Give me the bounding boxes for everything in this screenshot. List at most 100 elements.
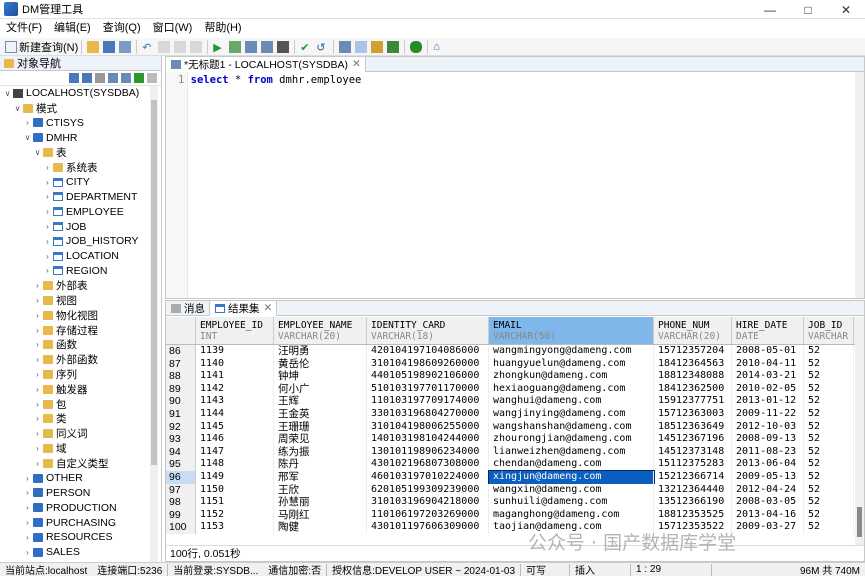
find-icon[interactable] — [355, 40, 368, 53]
expanded-chevron-icon[interactable]: ∨ — [23, 133, 32, 142]
collapsed-chevron-icon[interactable]: › — [23, 474, 32, 483]
table-cell[interactable]: 13512366190 — [654, 496, 732, 509]
collapsed-chevron-icon[interactable]: › — [33, 385, 42, 394]
row-number[interactable]: 89 — [166, 382, 196, 396]
collapsed-chevron-icon[interactable]: › — [33, 340, 42, 349]
table-cell[interactable]: 1151 — [196, 496, 274, 509]
tab-result-set[interactable]: 结果集 ✕ — [210, 300, 278, 316]
table-cell[interactable]: wangjinying@dameng.com — [489, 407, 654, 421]
table-cell[interactable]: 2008-09-13 — [732, 433, 804, 446]
commit-icon[interactable]: ✔ — [300, 41, 312, 54]
tree-node[interactable]: › 类 — [0, 412, 150, 427]
collapsed-chevron-icon[interactable]: › — [33, 414, 42, 423]
table-cell[interactable]: 140103198104244000 — [367, 433, 489, 446]
table-cell[interactable]: 孙慧丽 — [274, 496, 367, 509]
collapsed-chevron-icon[interactable]: › — [23, 488, 32, 497]
table-cell[interactable]: wanghui@dameng.com — [489, 395, 654, 408]
collapsed-chevron-icon[interactable]: › — [23, 503, 32, 512]
table-row[interactable]: 95 1148 陈丹 430102196807308000 chendan@dameng… — [166, 458, 856, 471]
debug-icon[interactable] — [261, 40, 274, 53]
row-number[interactable]: 87 — [166, 357, 196, 371]
menu-edit[interactable]: 编辑(E) — [48, 19, 97, 38]
table-cell[interactable]: 52 — [804, 420, 854, 434]
table-cell[interactable]: 52 — [804, 382, 854, 396]
close-tab-icon[interactable]: ✕ — [352, 58, 361, 70]
tree-node[interactable]: › CTISYS — [0, 116, 150, 131]
explain-icon[interactable] — [245, 40, 258, 53]
table-row[interactable]: 94 1147 练为振 130101198906234000 lianweizhen@d… — [166, 445, 856, 459]
table-cell[interactable]: 310104198006255000 — [367, 420, 489, 434]
row-number[interactable]: 98 — [166, 496, 196, 509]
table-cell[interactable]: 110103197709174000 — [367, 395, 489, 408]
tree-node[interactable]: › 物化视图 — [0, 308, 150, 323]
editor-scrollbar[interactable] — [855, 72, 864, 298]
table-cell[interactable]: 1148 — [196, 458, 274, 471]
collapsed-chevron-icon[interactable]: › — [33, 444, 42, 453]
table-cell[interactable]: 52 — [804, 458, 854, 471]
table-cell[interactable]: 马刚红 — [274, 508, 367, 522]
tree-node[interactable]: › REGION — [0, 264, 150, 279]
column-header[interactable]: JOB_ID VARCHAR — [804, 317, 854, 344]
table-cell[interactable]: 2014-03-21 — [732, 370, 804, 383]
collapsed-chevron-icon[interactable]: › — [43, 222, 52, 231]
table-cell[interactable]: 练为振 — [274, 445, 367, 459]
navigator-scroll-thumb[interactable] — [151, 100, 157, 465]
tree-node[interactable]: › LOCATION — [0, 249, 150, 264]
table-row[interactable]: 88 1141 钟坤 440105198902106000 zhongkun@damen… — [166, 370, 856, 383]
table-cell[interactable]: 2012-04-24 — [732, 483, 804, 497]
code-line[interactable]: 1 select * from dmhr.employee — [178, 74, 361, 86]
table-row[interactable]: 92 1145 王珊珊 310104198006255000 wangshanshan@… — [166, 420, 856, 434]
table-cell[interactable]: 1152 — [196, 508, 274, 522]
table-cell[interactable]: 18812353525 — [654, 508, 732, 522]
table-cell[interactable]: 2011-08-23 — [732, 445, 804, 459]
row-number[interactable]: 93 — [166, 433, 196, 446]
collapsed-chevron-icon[interactable]: › — [43, 163, 52, 172]
collapsed-chevron-icon[interactable]: › — [23, 518, 32, 527]
table-cell[interactable]: 510103197701170000 — [367, 382, 489, 396]
expanded-chevron-icon[interactable]: ∨ — [13, 104, 22, 113]
tree-node[interactable]: › 自定义类型 — [0, 456, 150, 471]
collapsed-chevron-icon[interactable]: › — [33, 370, 42, 379]
refresh-icon[interactable] — [121, 73, 131, 83]
table-cell[interactable]: 1149 — [196, 470, 274, 484]
collapsed-chevron-icon[interactable]: › — [23, 533, 32, 542]
row-number[interactable]: 97 — [166, 483, 196, 497]
save-icon[interactable] — [103, 40, 116, 53]
table-cell[interactable]: 王欣 — [274, 483, 367, 497]
table-cell[interactable]: 130101198906234000 — [367, 445, 489, 459]
table-cell[interactable]: 陶健 — [274, 521, 367, 534]
table-cell[interactable]: 2012-10-03 — [732, 420, 804, 434]
table-cell[interactable]: 1141 — [196, 370, 274, 383]
table-row[interactable]: 99 1152 马刚红 110106197203269000 maganghong@da… — [166, 508, 856, 522]
row-number[interactable]: 90 — [166, 395, 196, 408]
table-cell[interactable]: 52 — [804, 445, 854, 459]
table-cell[interactable]: 52 — [804, 370, 854, 383]
table-cell[interactable]: hexiaoguang@dameng.com — [489, 382, 654, 396]
table-cell[interactable]: wangxin@dameng.com — [489, 483, 654, 497]
table-cell[interactable]: 440105198902106000 — [367, 370, 489, 383]
table-cell[interactable]: 王金英 — [274, 407, 367, 421]
format-icon[interactable] — [339, 40, 352, 53]
table-cell[interactable]: 430101197606309000 — [367, 521, 489, 534]
undo-icon[interactable]: ↶ — [142, 41, 154, 54]
table-row[interactable]: 87 1140 黄岳伦 310104198609260000 huangyuelun@d… — [166, 357, 856, 371]
row-number[interactable]: 91 — [166, 407, 196, 421]
collapsed-chevron-icon[interactable]: › — [33, 429, 42, 438]
tree-node[interactable]: ∨ LOCALHOST(SYSDBA) — [0, 86, 150, 101]
row-number[interactable]: 94 — [166, 445, 196, 459]
table-cell[interactable]: 15112375283 — [654, 458, 732, 471]
table-cell[interactable]: 2009-11-22 — [732, 407, 804, 421]
bug-icon[interactable] — [410, 40, 423, 53]
menu-window[interactable]: 窗口(W) — [147, 19, 199, 38]
table-cell[interactable]: 何小广 — [274, 382, 367, 396]
open-icon[interactable] — [87, 40, 100, 53]
tab-messages[interactable]: 消息 — [166, 300, 210, 316]
tree-node[interactable]: › 存储过程 — [0, 323, 150, 338]
tree-node[interactable]: › 包 — [0, 397, 150, 412]
close-button[interactable]: ✕ — [827, 0, 865, 19]
tree-node[interactable]: › 触发器 — [0, 382, 150, 397]
table-cell[interactable]: zhourongjian@dameng.com — [489, 433, 654, 446]
table-row[interactable]: 91 1144 王金英 330103196804270000 wangjinying@d… — [166, 407, 856, 421]
table-row[interactable]: 89 1142 何小广 510103197701170000 hexiaoguang@d… — [166, 382, 856, 396]
tree-node[interactable]: › 序列 — [0, 367, 150, 382]
